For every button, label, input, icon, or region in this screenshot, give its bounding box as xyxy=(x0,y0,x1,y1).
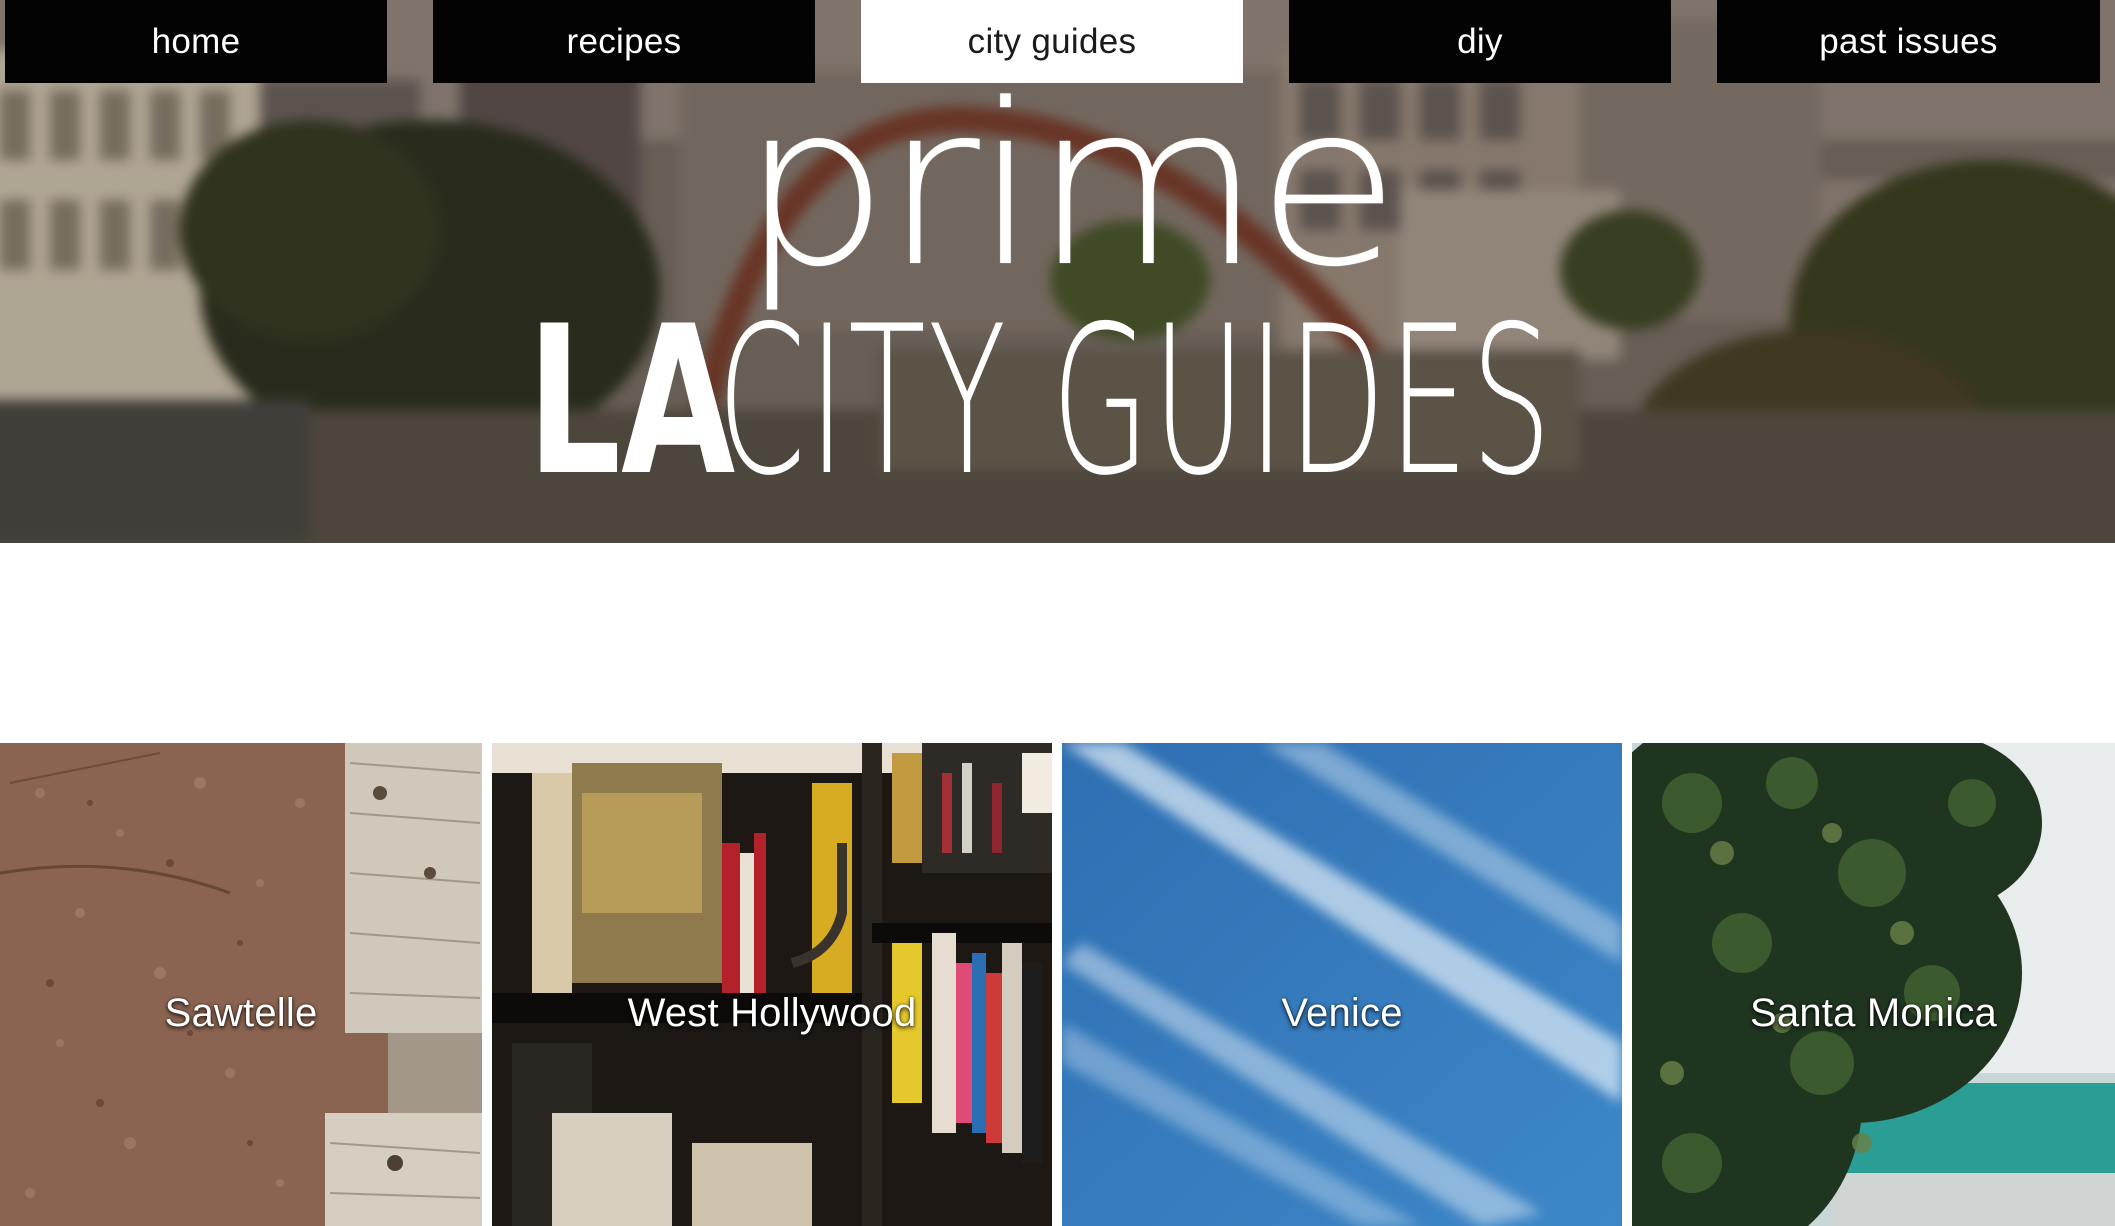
tile-label-venice: Venice xyxy=(1281,991,1403,1035)
top-nav: home recipes city guides diy past issues xyxy=(0,0,2115,83)
nav-city-guides[interactable]: city guides xyxy=(861,0,1243,83)
tile-west-hollywood[interactable]: West Hollywood xyxy=(492,743,1052,1226)
tile-sawtelle[interactable]: Sawtelle xyxy=(0,743,482,1226)
nav-diy[interactable]: diy xyxy=(1289,0,1671,83)
tile-santa-monica[interactable]: Santa Monica xyxy=(1632,743,2115,1226)
page-title: LA CITY GUIDES xyxy=(527,283,1627,521)
tile-venice[interactable]: Venice xyxy=(1062,743,1622,1226)
nav-recipes[interactable]: recipes xyxy=(433,0,815,83)
venice-image xyxy=(1062,743,1622,1226)
nav-past-issues[interactable]: past issues xyxy=(1717,0,2100,83)
title-city-guides: CITY GUIDES xyxy=(717,283,1555,521)
neighborhood-grid: Sawtelle West Hollywood Venice Santa Mon… xyxy=(0,743,2115,1226)
tile-label-santa-monica: Santa Monica xyxy=(1750,991,1997,1035)
tile-label-west-hollywood: West Hollywood xyxy=(627,991,917,1035)
title-la: LA xyxy=(527,283,736,521)
west-hollywood-image xyxy=(492,743,1052,1226)
tile-label-sawtelle: Sawtelle xyxy=(164,991,318,1035)
santa-monica-image xyxy=(1632,743,2115,1226)
nav-home[interactable]: home xyxy=(5,0,387,83)
sawtelle-image xyxy=(0,743,482,1226)
